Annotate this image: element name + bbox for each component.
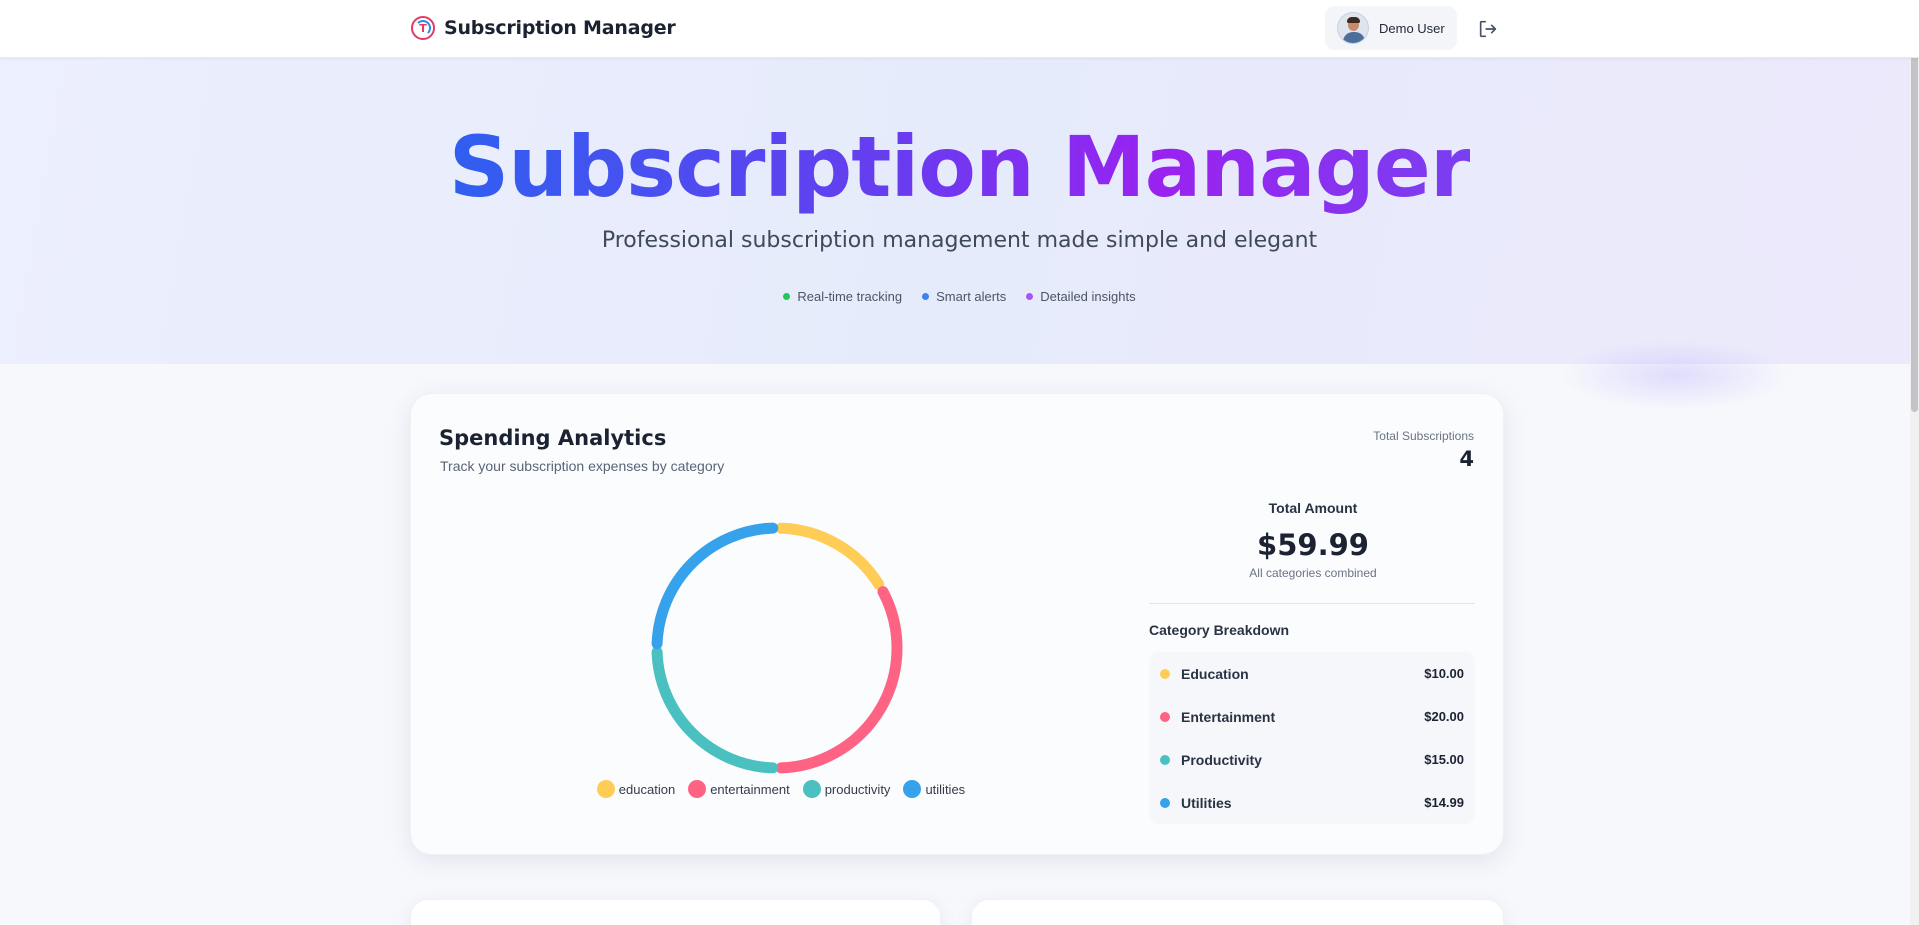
list-item: Education $10.00 xyxy=(1149,652,1475,695)
doughnut-segment-education[interactable] xyxy=(775,522,885,590)
total-subscriptions-label: Total Subscriptions xyxy=(1373,429,1474,443)
legend-swatch-icon xyxy=(688,780,707,798)
chart-legend: education entertainment productivity utilit… xyxy=(411,780,1151,798)
list-item: Entertainment $20.00 xyxy=(1149,695,1475,738)
lower-card-left xyxy=(410,899,941,925)
legend-swatch-icon xyxy=(802,780,821,798)
feature-tag: Detailed insights xyxy=(1026,289,1136,304)
brand-logo-icon: T xyxy=(411,16,435,40)
feature-tag: Smart alerts xyxy=(922,289,1006,304)
logout-icon xyxy=(1479,20,1497,38)
total-subscriptions-value: 4 xyxy=(1459,447,1474,471)
lower-card-right xyxy=(971,899,1504,925)
spending-analytics-card: Spending Analytics Track your subscripti… xyxy=(410,393,1504,855)
status-dot-icon xyxy=(783,293,791,300)
category-breakdown-list: Education $10.00 Entertainment $20.00 Prod… xyxy=(1149,652,1475,824)
legend-swatch-icon xyxy=(903,780,922,798)
feature-tag: Real-time tracking xyxy=(783,289,902,304)
category-dot-icon xyxy=(1160,797,1170,808)
top-navbar: T Subscription Manager Demo User xyxy=(0,0,1919,58)
legend-label: education xyxy=(618,781,676,797)
legend-item-entertainment[interactable]: entertainment xyxy=(688,780,790,798)
total-amount-note: All categories combined xyxy=(1249,566,1377,580)
hero-section: Subscription Manager Professional subscr… xyxy=(0,58,1919,364)
category-dot-icon xyxy=(1160,711,1170,722)
category-doughnut-chart[interactable] xyxy=(631,502,923,794)
decorative-glow xyxy=(1560,340,1790,410)
avatar xyxy=(1337,12,1369,44)
doughnut-segment-productivity[interactable] xyxy=(651,646,779,774)
user-name: Demo User xyxy=(1379,20,1445,36)
legend-item-productivity[interactable]: productivity xyxy=(802,780,891,798)
status-dot-icon xyxy=(922,293,930,300)
brand-logo-letter: T xyxy=(419,21,427,35)
status-dot-icon xyxy=(1026,293,1034,300)
list-item: Productivity $15.00 xyxy=(1149,738,1475,781)
hero-feature-tags: Real-time tracking Smart alerts Detailed… xyxy=(0,289,1919,304)
category-amount: $10.00 xyxy=(1424,666,1464,681)
total-amount-value: $59.99 xyxy=(1257,528,1369,562)
category-dot-icon xyxy=(1160,668,1170,679)
card-title: Spending Analytics xyxy=(439,426,667,450)
brand-name: Subscription Manager xyxy=(444,17,676,39)
brand[interactable]: T Subscription Manager xyxy=(411,16,676,40)
divider xyxy=(1149,603,1475,604)
card-subtitle: Track your subscription expenses by cate… xyxy=(440,458,725,474)
hero-subtitle: Professional subscription management mad… xyxy=(601,228,1318,253)
breakdown-title: Category Breakdown xyxy=(1149,622,1290,638)
page-scrollbar-thumb[interactable] xyxy=(1911,2,1918,412)
category-amount: $15.00 xyxy=(1424,752,1464,767)
category-dot-icon xyxy=(1160,754,1170,765)
doughnut-segment-entertainment[interactable] xyxy=(775,586,903,774)
category-name: Entertainment xyxy=(1181,708,1276,725)
legend-item-education[interactable]: education xyxy=(596,780,676,798)
category-name: Utilities xyxy=(1181,794,1232,811)
legend-label: productivity xyxy=(824,781,891,797)
hero-title: Subscription Manager xyxy=(448,118,1472,216)
total-amount-box: Total Amount $59.99 All categories combi… xyxy=(1149,500,1477,580)
list-item: Utilities $14.99 xyxy=(1149,781,1475,824)
category-name: Education xyxy=(1181,665,1249,682)
legend-item-utilities[interactable]: utilities xyxy=(903,780,965,798)
category-name: Productivity xyxy=(1181,751,1262,768)
total-amount-label: Total Amount xyxy=(1268,500,1358,516)
category-amount: $20.00 xyxy=(1424,709,1464,724)
doughnut-segment-utilities[interactable] xyxy=(651,522,779,650)
user-menu[interactable]: Demo User xyxy=(1325,6,1457,50)
category-amount: $14.99 xyxy=(1424,795,1464,810)
legend-label: entertainment xyxy=(710,781,790,797)
legend-swatch-icon xyxy=(596,780,615,798)
logout-button[interactable] xyxy=(1477,18,1499,40)
legend-label: utilities xyxy=(925,781,966,797)
